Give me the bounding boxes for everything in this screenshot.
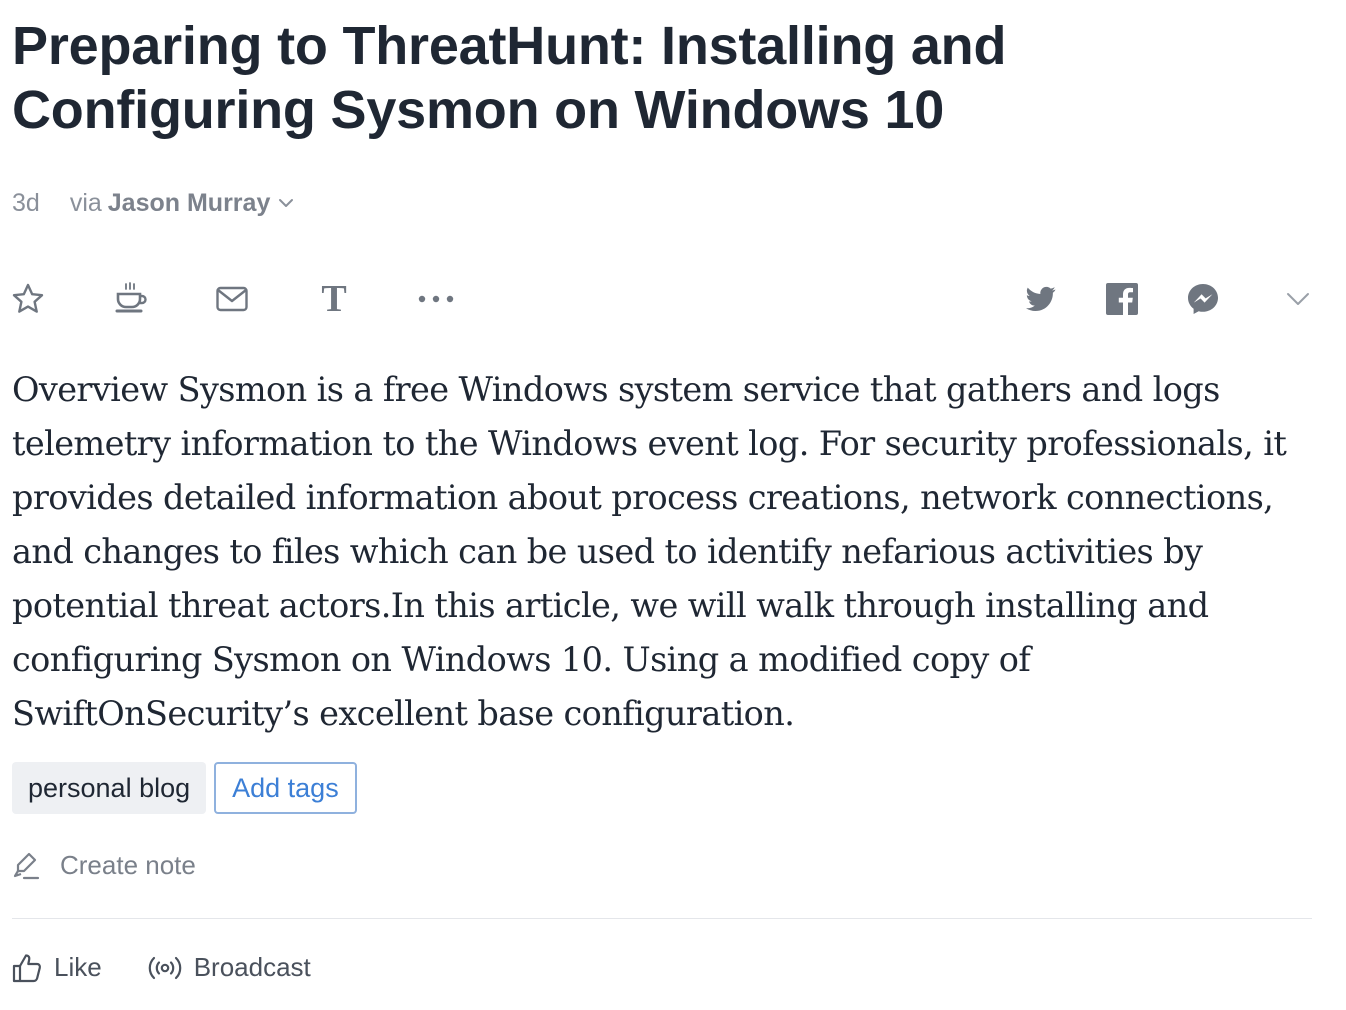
text-icon: T — [321, 278, 347, 320]
mail-icon — [216, 286, 248, 312]
more-share-button[interactable] — [1278, 278, 1318, 320]
thumbs-up-icon — [12, 953, 42, 982]
tag-personal-blog[interactable]: personal blog — [12, 762, 207, 814]
email-share-button[interactable] — [212, 278, 252, 320]
author-name: Jason Murray — [107, 188, 271, 217]
twitter-icon — [1026, 286, 1056, 311]
article-toolbar: T — [12, 278, 1312, 322]
save-for-later-button[interactable] — [8, 278, 48, 320]
broadcast-button[interactable]: Broadcast — [148, 952, 311, 983]
coffee-cup-icon — [115, 282, 147, 313]
via-label: via — [69, 188, 102, 217]
broadcast-label: Broadcast — [193, 952, 311, 982]
create-note-button[interactable]: Create note — [12, 850, 196, 881]
like-label: Like — [54, 952, 102, 982]
text-view-button[interactable]: T — [314, 278, 354, 320]
more-icon — [418, 295, 454, 303]
share-messenger-button[interactable] — [1183, 278, 1223, 320]
like-button[interactable]: Like — [12, 952, 102, 983]
article-title: Preparing to ThreatHunt: Installing and … — [12, 16, 1007, 140]
chevron-down-icon — [1287, 293, 1309, 305]
article-meta: 3d via Jason Murray — [12, 186, 294, 220]
share-twitter-button[interactable] — [1021, 278, 1061, 320]
article: Preparing to ThreatHunt: Installing and … — [12, 0, 1312, 982]
article-summary: Overview Sysmon is a free Windows system… — [12, 370, 1287, 733]
create-note-label: Create note — [60, 850, 196, 880]
facebook-icon — [1106, 283, 1138, 315]
broadcast-icon — [148, 956, 181, 979]
star-icon — [12, 283, 44, 313]
article-actions: Like Broadcast — [12, 952, 311, 983]
divider — [12, 918, 1312, 919]
add-tags-button[interactable]: Add tags — [214, 762, 357, 814]
tag-list: personal blog Add tags — [12, 762, 357, 814]
read-later-button[interactable] — [110, 278, 150, 320]
more-options-button[interactable] — [416, 278, 456, 320]
highlighter-pen-icon — [13, 852, 40, 879]
article-age: 3d — [12, 188, 40, 217]
messenger-icon — [1188, 284, 1218, 314]
author-dropdown[interactable]: Jason Murray — [108, 189, 295, 218]
share-facebook-button[interactable] — [1102, 278, 1142, 320]
chevron-down-icon — [279, 199, 294, 207]
